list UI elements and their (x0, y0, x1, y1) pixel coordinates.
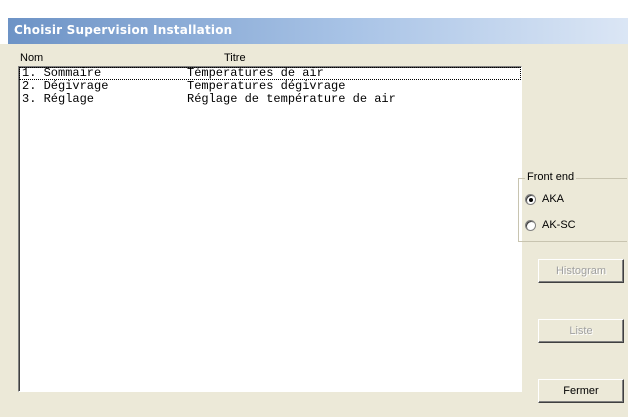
radio-aka[interactable]: AKA (525, 193, 564, 205)
radio-ak-sc-label: AK-SC (542, 219, 576, 231)
installation-list[interactable]: 1. Sommaire Témperatures de air 2. Dégiv… (18, 66, 522, 392)
dialog-body: Nom Titre 1. Sommaire Témperatures de ai… (8, 44, 628, 417)
radio-ak-sc[interactable]: AK-SC (525, 219, 576, 231)
list-button[interactable]: Liste (538, 319, 624, 343)
title-bar-area: Choisir Supervision Installation (0, 0, 628, 44)
radio-unselected-icon (525, 219, 536, 231)
front-end-legend: Front end (525, 171, 577, 183)
close-button[interactable]: Fermer (538, 379, 624, 403)
front-end-group: Front end AKA AK-SC (518, 171, 627, 242)
window-title: Choisir Supervision Installation (14, 23, 233, 37)
list-item[interactable]: 3. Réglage Réglage de température de air (19, 93, 521, 106)
list-item-title: Réglage de température de air (187, 92, 396, 106)
radio-aka-label: AKA (542, 193, 565, 205)
list-item-name: 3. Réglage (22, 92, 95, 106)
histogram-button[interactable]: Histogram (538, 259, 624, 283)
radio-selected-icon (525, 193, 536, 205)
column-header-name[interactable]: Nom (20, 52, 43, 64)
title-bar[interactable]: Choisir Supervision Installation (8, 18, 628, 44)
column-header-title[interactable]: Titre (224, 52, 246, 64)
